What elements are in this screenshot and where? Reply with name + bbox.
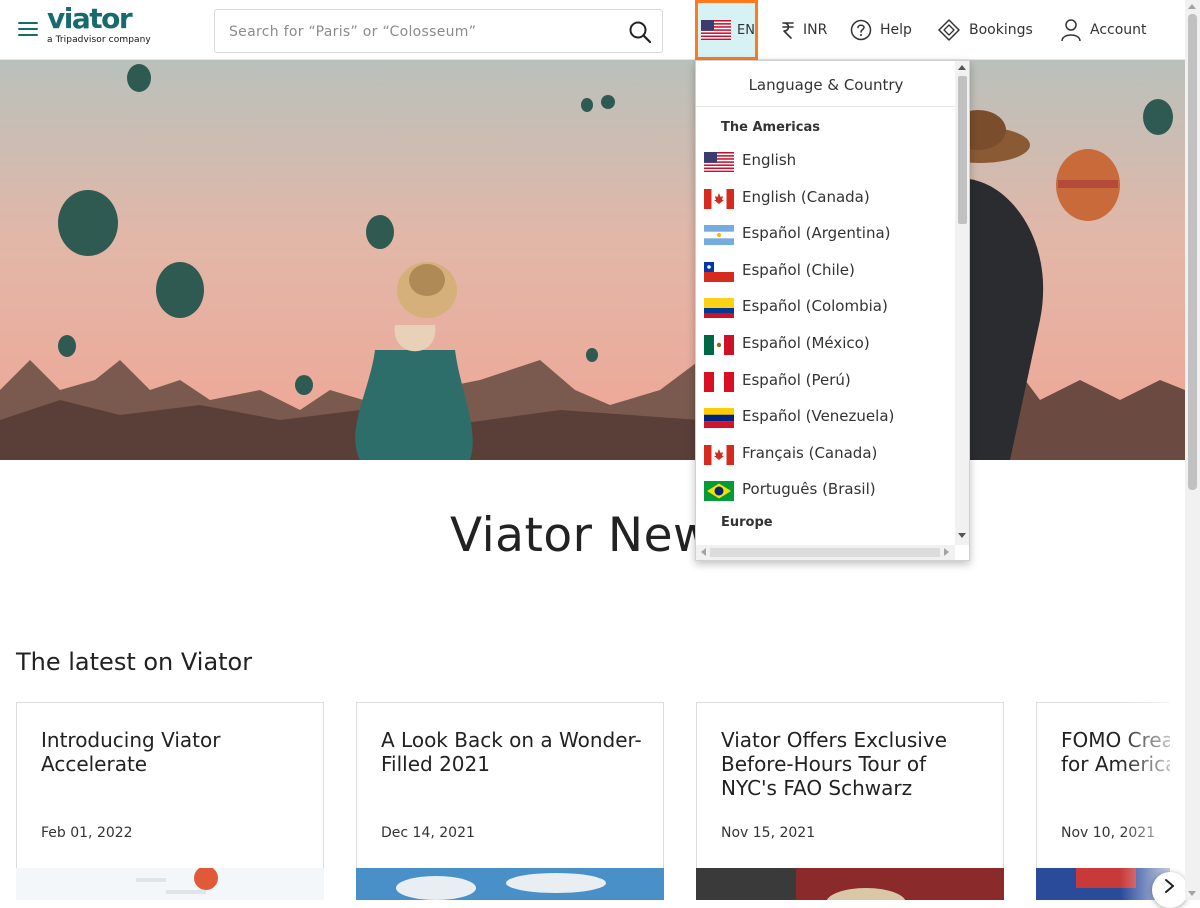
canada-flag-icon	[704, 189, 734, 209]
dropdown-horizontal-thumb[interactable]	[710, 548, 940, 557]
chevron-right-icon	[1165, 879, 1174, 893]
account-label: Account	[1090, 22, 1147, 38]
scroll-up-arrow-icon[interactable]	[958, 65, 966, 70]
us-flag-icon	[701, 20, 731, 40]
news-card[interactable]: Viator Offers Exclusive Before-Hours Tou…	[696, 702, 1004, 900]
language-option-spanish-peru[interactable]: Español (Perú)	[696, 364, 954, 398]
dropdown-horizontal-scrollbar[interactable]	[696, 545, 955, 560]
language-label: English (Canada)	[742, 188, 870, 206]
carousel-next-button[interactable]	[1152, 872, 1188, 908]
card-image	[356, 868, 664, 900]
language-label: Español (Venezuela)	[742, 407, 895, 425]
region-heading: Europe	[721, 515, 773, 530]
card-title[interactable]: Introducing Viator Accelerate	[41, 728, 306, 776]
scroll-down-arrow-icon[interactable]	[1188, 891, 1196, 896]
card-date: Nov 10, 2021	[1061, 825, 1156, 841]
top-header: viator a Tripadvisor company EN INR	[0, 0, 1185, 60]
language-label: Español (México)	[742, 334, 870, 352]
card-image	[16, 868, 324, 900]
help-icon	[850, 19, 872, 41]
card-date: Feb 01, 2022	[41, 825, 133, 841]
card-image	[696, 868, 1004, 900]
language-button[interactable]: EN	[695, 0, 758, 60]
brazil-flag-icon	[704, 481, 734, 501]
card-date: Dec 14, 2021	[381, 825, 475, 841]
ticket-icon	[938, 19, 960, 41]
news-carousel: Introducing Viator Accelerate Feb 01, 20…	[0, 702, 1170, 900]
search-box	[214, 9, 663, 53]
menu-icon[interactable]	[18, 22, 38, 38]
bookings-label: Bookings	[969, 22, 1033, 38]
page-scrollbar[interactable]	[1185, 0, 1200, 900]
language-label: Português (Brasil)	[742, 480, 876, 498]
bookings-button[interactable]: Bookings	[937, 18, 1033, 42]
language-label: Español (Argentina)	[742, 224, 891, 242]
hot-air-balloon-landscape-image	[0, 60, 1185, 460]
viator-logo[interactable]: viator a Tripadvisor company	[47, 2, 151, 46]
account-button[interactable]: Account	[1060, 18, 1147, 42]
card-title[interactable]: Viator Offers Exclusive Before-Hours Tou…	[721, 728, 986, 800]
scrollbar-thumb[interactable]	[1188, 14, 1197, 490]
scroll-right-arrow-icon[interactable]	[944, 548, 949, 556]
dropdown-scrollbar[interactable]	[955, 61, 969, 545]
language-option-spanish-mexico[interactable]: Español (México)	[696, 327, 954, 361]
card-image	[1036, 868, 1170, 900]
section-title: The latest on Viator	[16, 648, 253, 676]
region-heading: The Americas	[721, 120, 820, 135]
card-date: Nov 15, 2021	[721, 825, 816, 841]
language-option-english[interactable]: English	[696, 144, 954, 178]
currency-button[interactable]: INR	[781, 18, 827, 42]
mexico-flag-icon	[704, 335, 734, 355]
colombia-flag-icon	[704, 298, 734, 318]
chile-flag-icon	[704, 262, 734, 282]
language-option-english-canada[interactable]: English (Canada)	[696, 181, 954, 215]
language-label: Español (Perú)	[742, 371, 851, 389]
currency-label: INR	[803, 22, 828, 38]
language-label: Français (Canada)	[742, 444, 878, 462]
language-option-spanish-argentina[interactable]: Español (Argentina)	[696, 217, 954, 251]
language-option-french-canada[interactable]: Français (Canada)	[696, 437, 954, 471]
help-label: Help	[880, 22, 912, 38]
scroll-down-arrow-icon[interactable]	[958, 533, 966, 538]
news-card[interactable]: A Look Back on a Wonder-Filled 2021 Dec …	[356, 702, 664, 900]
language-option-spanish-venezuela[interactable]: Español (Venezuela)	[696, 400, 954, 434]
language-option-portuguese-brazil[interactable]: Português (Brasil)	[696, 473, 954, 507]
language-code: EN	[737, 23, 755, 38]
hero-image	[0, 60, 1185, 460]
card-title[interactable]: A Look Back on a Wonder-Filled 2021	[381, 728, 646, 776]
rupee-icon	[782, 22, 794, 39]
canada-flag-icon	[704, 445, 734, 465]
user-icon	[1061, 19, 1081, 42]
logo-text: viator	[47, 2, 133, 35]
dropdown-scrollbar-thumb[interactable]	[958, 76, 967, 224]
language-label: Español (Colombia)	[742, 297, 888, 315]
peru-flag-icon	[704, 372, 734, 392]
card-title[interactable]: FOMO Creates Demand for American Experie…	[1061, 728, 1170, 776]
dropdown-title: Language & Country	[696, 61, 956, 107]
venezuela-flag-icon	[704, 408, 734, 428]
us-flag-icon	[704, 152, 734, 172]
news-card[interactable]: FOMO Creates Demand for American Experie…	[1036, 702, 1170, 900]
scroll-left-arrow-icon[interactable]	[701, 548, 706, 556]
language-label: English	[742, 151, 797, 169]
news-card[interactable]: Introducing Viator Accelerate Feb 01, 20…	[16, 702, 324, 900]
language-country-dropdown: Language & Country The Americas English …	[695, 60, 970, 561]
logo-subtext: a Tripadvisor company	[47, 35, 151, 45]
search-input[interactable]	[229, 20, 619, 44]
argentina-flag-icon	[704, 225, 734, 245]
language-option-spanish-chile[interactable]: Español (Chile)	[696, 254, 954, 288]
language-option-spanish-colombia[interactable]: Español (Colombia)	[696, 290, 954, 324]
language-label: Español (Chile)	[742, 261, 855, 279]
help-button[interactable]: Help	[850, 18, 912, 42]
search-icon[interactable]	[628, 20, 652, 44]
scroll-up-arrow-icon[interactable]	[1188, 4, 1196, 9]
